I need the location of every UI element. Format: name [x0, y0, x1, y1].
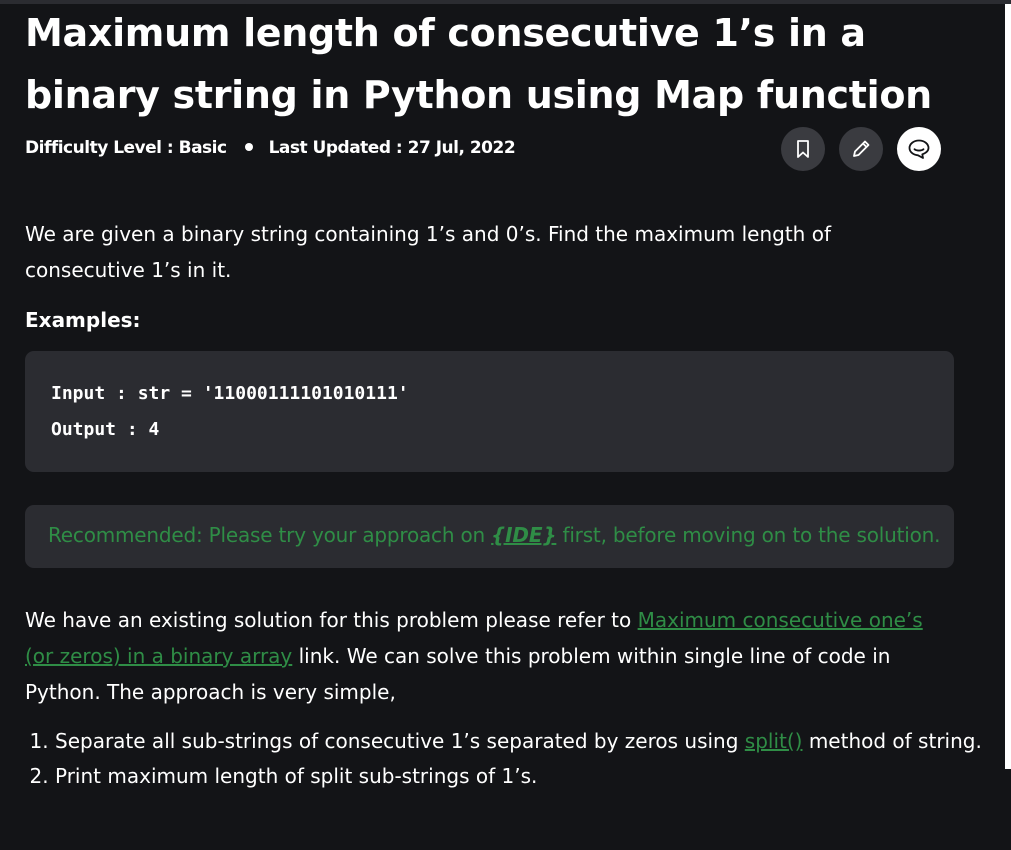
solution-paragraph: We have an existing solution for this pr…	[25, 602, 955, 710]
ide-link[interactable]: {IDE}	[491, 523, 556, 547]
edit-button[interactable]	[839, 127, 883, 171]
article-content: Maximum length of consecutive 1’s in a b…	[25, 0, 982, 788]
step1-suffix: method of string.	[802, 729, 982, 753]
bookmark-icon	[797, 140, 809, 158]
list-item: Separate all sub-strings of consecutive …	[55, 724, 985, 759]
article-page: Maximum length of consecutive 1’s in a b…	[0, 0, 1011, 850]
article-actions	[781, 127, 941, 171]
intro-paragraph: We are given a binary string containing …	[25, 222, 831, 282]
comment-button[interactable]	[897, 127, 941, 171]
difficulty-level: Difficulty Level : Basic	[25, 138, 227, 158]
separator-dot	[244, 143, 253, 151]
list-item: Print maximum length of split sub-string…	[55, 759, 985, 794]
recommended-text: Recommended: Please try your approach on…	[48, 523, 940, 547]
code-block: Input : str = '11000111101010111' Output…	[25, 351, 954, 472]
recommended-box: Recommended: Please try your approach on…	[25, 505, 954, 568]
article-meta-row: Difficulty Level : Basic Last Updated : 2…	[25, 127, 941, 171]
recommended-suffix: first, before moving on to the solution.	[556, 523, 941, 547]
article-meta: Difficulty Level : Basic Last Updated : 2…	[25, 138, 516, 158]
code-output-line: Output : 4	[51, 419, 160, 440]
comment-icon	[908, 139, 930, 159]
examples-heading: Examples:	[25, 308, 141, 332]
scrollbar[interactable]	[1005, 4, 1011, 769]
last-updated: Last Updated : 27 Jul, 2022	[268, 138, 516, 158]
page-title: Maximum length of consecutive 1’s in a b…	[25, 11, 932, 117]
bookmark-button[interactable]	[781, 127, 825, 171]
recommended-prefix: Recommended: Please try your approach on	[48, 523, 492, 547]
solution-prefix: We have an existing solution for this pr…	[25, 608, 638, 632]
steps-list: Separate all sub-strings of consecutive …	[25, 724, 985, 794]
code-input-line: Input : str = '11000111101010111'	[51, 383, 409, 404]
split-link[interactable]: split()	[745, 729, 803, 753]
pencil-icon	[853, 140, 870, 157]
step1-prefix: Separate all sub-strings of consecutive …	[55, 729, 745, 753]
